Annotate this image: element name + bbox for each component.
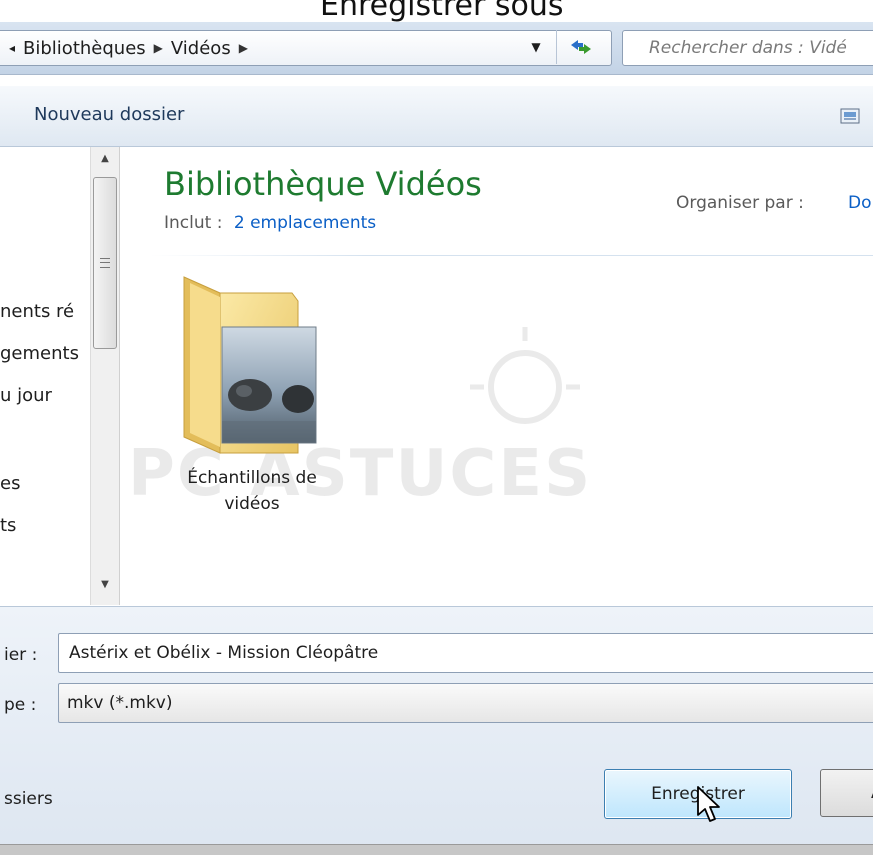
library-title: Bibliothèque Vidéos [164,165,482,203]
filename-field[interactable] [58,633,873,673]
breadcrumb-item-videos[interactable]: Vidéos [163,38,239,59]
scroll-up-arrow-icon[interactable]: ▲ [91,153,119,171]
nav-item-documents[interactable]: ts [0,515,16,536]
includes-label: Inclut : [164,213,223,233]
cancel-button[interactable]: A [820,769,873,817]
nav-scrollbar[interactable]: ▲ ▼ [90,147,120,605]
nav-item-daily[interactable]: u jour [0,385,52,406]
breadcrumb-item-libraries[interactable]: Bibliothèques [15,38,154,59]
address-bar-row: ◂ Bibliothèques ▶ Vidéos ▶ ▼ Rechercher … [0,22,873,75]
address-history-dropdown[interactable]: ▼ [520,30,552,64]
breadcrumb-separator-icon[interactable]: ▶ [239,41,248,55]
command-toolbar: Nouveau dossier [0,86,873,147]
filetype-select[interactable]: mkv (*.mkv) [58,683,873,723]
window-title-bar: Enregistrer sous [0,0,873,22]
includes-locations-link[interactable]: 2 emplacements [234,213,376,233]
video-folder-icon [183,276,317,454]
save-form-pane: ier : pe : mkv (*.mkv) ssiers Enregistre… [0,606,873,855]
filename-label: ier : [4,645,38,665]
header-divider [150,255,873,256]
filetype-label: pe : [4,695,37,715]
navigation-pane: nents ré gements u jour es ts [0,147,90,605]
breadcrumb-overflow-icon[interactable]: ◂ [0,41,15,55]
window-title: Enregistrer sous [320,0,564,22]
arrange-by-dropdown[interactable]: Do [848,193,872,213]
scroll-thumb[interactable] [93,177,117,349]
folder-label-line1: Échantillons de [187,468,317,488]
breadcrumb-separator-icon[interactable]: ▶ [154,41,163,55]
nav-item-libraries[interactable]: es [0,473,20,494]
new-folder-button[interactable]: Nouveau dossier [34,104,184,125]
window-bottom-border [0,844,873,855]
scroll-down-arrow-icon[interactable]: ▼ [91,579,119,597]
library-includes: Inclut : 2 emplacements [164,213,376,233]
search-input[interactable]: Rechercher dans : Vidé [622,30,873,66]
change-view-button[interactable] [840,104,873,128]
nav-item-downloads[interactable]: gements [0,343,79,364]
nav-item-recent[interactable]: nents ré [0,301,74,322]
folder-item-samples[interactable]: Échantillons de vidéos [172,271,352,531]
file-list-pane: Bibliothèque Vidéos Inclut : 2 emplaceme… [120,147,873,605]
folder-label-line2: vidéos [224,494,280,514]
refresh-button[interactable] [556,30,605,64]
chevron-down-icon: ▼ [531,40,541,54]
arrange-by-label: Organiser par : [676,193,804,213]
scroll-grip-icon [100,258,110,268]
view-options-icon [840,108,860,124]
hide-folders-toggle[interactable]: ssiers [4,789,53,809]
folder-label: Échantillons de vidéos [172,465,332,517]
refresh-icon [571,40,591,54]
mouse-cursor-icon [697,786,720,822]
